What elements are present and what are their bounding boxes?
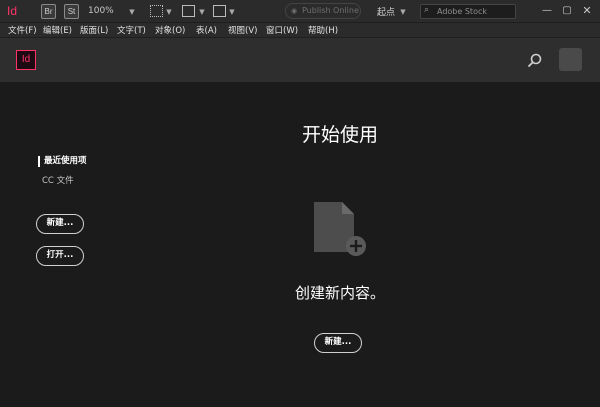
menu-edit[interactable]: 编辑(E) xyxy=(43,24,72,36)
close-icon[interactable]: ✕ xyxy=(580,4,594,18)
page-title: 开始使用 xyxy=(301,124,378,146)
avatar[interactable] xyxy=(559,48,582,71)
menu-table[interactable]: 表(A) xyxy=(196,24,217,36)
document-add-icon xyxy=(314,202,366,256)
indesign-badge: Id xyxy=(16,50,36,70)
workspace-switcher[interactable]: 起点 xyxy=(377,5,395,18)
minimize-icon[interactable]: — xyxy=(540,4,554,18)
sidebar-item-cc-files[interactable]: CC 文件 xyxy=(42,174,74,186)
indesign-logo: Id xyxy=(6,4,17,18)
menu-file[interactable]: 文件(F) xyxy=(8,24,37,36)
home-screen: 最近使用项 CC 文件 新建... 打开... 开始使用 创建新内容。 新建..… xyxy=(0,82,600,407)
chevron-down-icon[interactable]: ▼ xyxy=(198,8,206,16)
menu-help[interactable]: 帮助(H) xyxy=(308,24,338,36)
menu-type[interactable]: 文字(T) xyxy=(117,24,146,36)
chevron-down-icon[interactable]: ▼ xyxy=(165,8,173,16)
menu-window[interactable]: 窗口(W) xyxy=(266,24,298,36)
home-header: Id xyxy=(0,38,600,82)
arrange-documents-icon[interactable] xyxy=(213,5,226,17)
menu-layout[interactable]: 版面(L) xyxy=(80,24,108,36)
publish-online-button[interactable]: Publish Online xyxy=(285,3,361,19)
screen-mode-icon[interactable] xyxy=(150,5,163,17)
application-bar: Id Br St 100% ▼ ▼ ▼ ▼ Publish Online 起点 … xyxy=(0,0,600,23)
adobe-stock-search-input[interactable]: ⌕ Adobe Stock xyxy=(420,4,516,19)
chevron-down-icon[interactable]: ▼ xyxy=(128,8,136,16)
menu-view[interactable]: 视图(V) xyxy=(228,24,257,36)
bridge-icon[interactable]: Br xyxy=(41,4,56,19)
search-icon: ⌕ xyxy=(424,5,430,15)
open-button[interactable]: 打开... xyxy=(36,246,84,266)
maximize-icon[interactable]: ▢ xyxy=(560,4,574,18)
search-icon[interactable] xyxy=(527,52,543,68)
stock-search-placeholder: Adobe Stock xyxy=(437,7,487,16)
chevron-down-icon[interactable]: ▼ xyxy=(228,8,236,16)
sidebar-item-recent[interactable]: 最近使用项 xyxy=(38,156,87,167)
zoom-level[interactable]: 100% xyxy=(88,6,114,16)
chevron-down-icon[interactable]: ▼ xyxy=(399,8,407,16)
stock-icon[interactable]: St xyxy=(64,4,79,19)
view-options-icon[interactable] xyxy=(182,5,195,17)
create-new-content-text: 创建新内容。 xyxy=(294,284,385,302)
new-document-button[interactable]: 新建... xyxy=(314,333,362,353)
new-button[interactable]: 新建... xyxy=(36,214,84,234)
menu-bar: 文件(F) 编辑(E) 版面(L) 文字(T) 对象(O) 表(A) 视图(V)… xyxy=(0,23,600,38)
menu-object[interactable]: 对象(O) xyxy=(155,24,185,36)
